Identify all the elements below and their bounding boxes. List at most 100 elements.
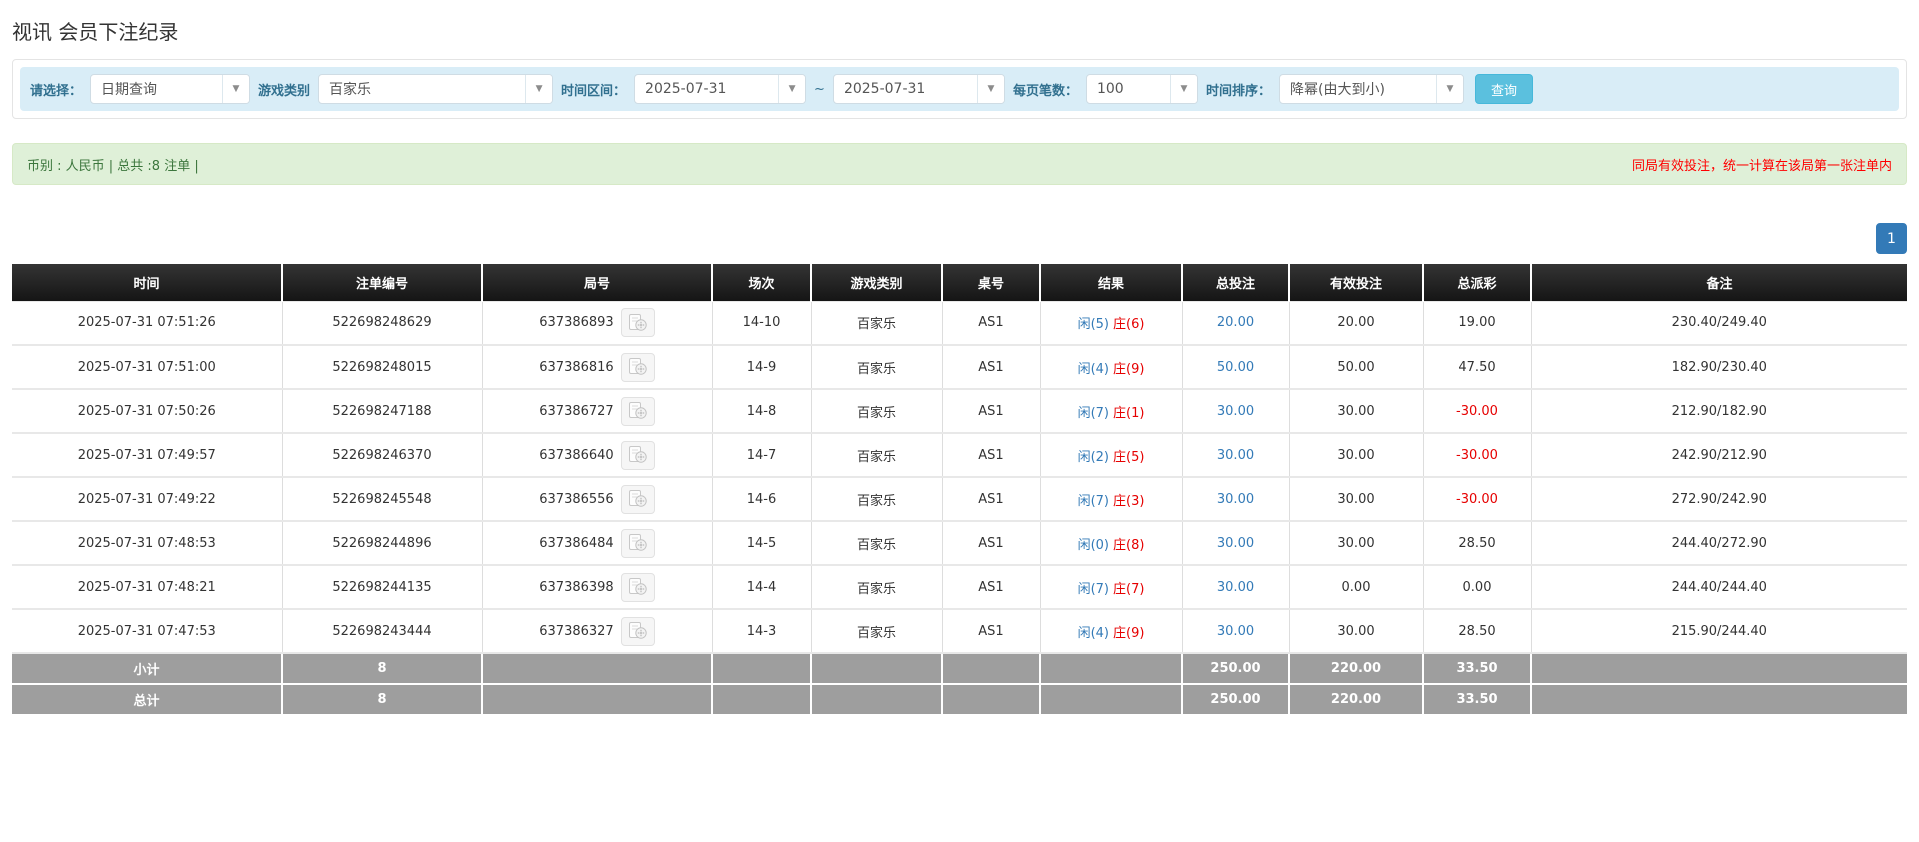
column-header-0: 时间	[12, 264, 283, 301]
cell-valid-bet: 30.00	[1289, 433, 1424, 478]
cell-bet-number: 522698248629	[282, 300, 483, 346]
total-bet-link[interactable]: 30.00	[1217, 492, 1254, 507]
chevron-down-icon[interactable]: ▼	[778, 75, 806, 103]
date-from-value: 2025-07-31	[645, 81, 727, 97]
column-header-7: 总投注	[1182, 264, 1290, 301]
video-replay-button[interactable]	[620, 352, 655, 382]
grand-total-empty-table	[942, 683, 1041, 716]
table-row: 2025-07-31 07:48:21 522698244135 637386398…	[12, 565, 1907, 610]
video-replay-button[interactable]	[620, 396, 655, 426]
date-to-select[interactable]: 2025-07-31 ▼	[832, 74, 1005, 104]
cell-session: 14-9	[712, 345, 812, 390]
cell-result: 闲(7) 庄(1)	[1040, 389, 1183, 434]
cell-bet-number: 522698243444	[282, 609, 483, 654]
column-header-4: 游戏类别	[811, 264, 943, 301]
result-player: 闲(0)	[1077, 537, 1109, 553]
cell-session: 14-4	[712, 565, 812, 610]
query-type-select[interactable]: 日期查询 ▼	[90, 74, 251, 104]
cell-payout: 28.50	[1423, 609, 1532, 654]
cell-payout: 28.50	[1423, 521, 1532, 566]
video-file-icon	[628, 578, 647, 595]
video-replay-button[interactable]	[620, 308, 655, 338]
total-bet-link[interactable]: 30.00	[1217, 404, 1254, 419]
cell-session: 14-10	[712, 300, 812, 346]
table-header-row: 时间 注单编号 局号 场次 游戏类别 桌号 结果 总投注 有效投注 总派彩 备注	[12, 264, 1907, 301]
subtotal-empty-table	[942, 652, 1041, 685]
cell-total-bet: 30.00	[1182, 477, 1290, 522]
date-range-label: 时间区间：	[561, 83, 627, 99]
pagination-page-1[interactable]: 1	[1876, 223, 1907, 254]
video-replay-button[interactable]	[620, 572, 655, 602]
subtotal-valid-bet: 220.00	[1289, 652, 1424, 685]
date-from-select[interactable]: 2025-07-31 ▼	[634, 74, 807, 104]
cell-round-number: 637386398	[482, 565, 713, 610]
grand-total-payout: 33.50	[1423, 683, 1532, 716]
video-replay-button[interactable]	[620, 616, 655, 646]
betting-records-table: 时间 注单编号 局号 场次 游戏类别 桌号 结果 总投注 有效投注 总派彩 备注 2025-07-3…	[12, 264, 1907, 716]
result-banker: 庄(6)	[1113, 317, 1145, 333]
subtotal-payout: 33.50	[1423, 652, 1532, 685]
total-bet-link[interactable]: 50.00	[1217, 360, 1254, 375]
round-number-text: 637386484	[539, 535, 614, 551]
cell-time: 2025-07-31 07:49:57	[12, 433, 283, 478]
video-file-icon	[628, 534, 647, 551]
cell-time: 2025-07-31 07:48:53	[12, 521, 283, 566]
cell-note: 244.40/244.40	[1531, 565, 1907, 610]
result-banker: 庄(9)	[1113, 625, 1145, 641]
video-replay-button[interactable]	[620, 440, 655, 470]
chevron-down-icon[interactable]: ▼	[976, 75, 1004, 103]
game-type-label: 游戏类别	[258, 83, 311, 99]
cell-payout: -30.00	[1423, 433, 1532, 478]
result-player: 闲(4)	[1077, 361, 1109, 377]
grand-total-empty-game	[811, 683, 943, 716]
cell-bet-number: 522698247188	[282, 389, 483, 434]
cell-valid-bet: 30.00	[1289, 389, 1424, 434]
cell-game-type: 百家乐	[811, 477, 943, 522]
cell-time: 2025-07-31 07:48:21	[12, 565, 283, 610]
result-banker: 庄(8)	[1113, 537, 1145, 553]
chevron-down-icon[interactable]: ▼	[525, 75, 553, 103]
game-type-select[interactable]: 百家乐 ▼	[318, 74, 554, 104]
cell-round-number: 637386816	[482, 345, 713, 390]
result-player: 闲(2)	[1077, 449, 1109, 465]
pagination: 1	[12, 223, 1907, 254]
total-bet-link[interactable]: 30.00	[1217, 580, 1254, 595]
cell-game-type: 百家乐	[811, 609, 943, 654]
video-replay-button[interactable]	[620, 484, 655, 514]
column-header-9: 总派彩	[1423, 264, 1532, 301]
chevron-down-icon[interactable]: ▼	[222, 75, 250, 103]
page-size-select[interactable]: 100 ▼	[1085, 74, 1198, 104]
result-player: 闲(7)	[1077, 405, 1109, 421]
cell-result: 闲(7) 庄(3)	[1040, 477, 1183, 522]
chevron-down-icon[interactable]: ▼	[1169, 75, 1197, 103]
video-replay-button[interactable]	[620, 528, 655, 558]
table-row: 2025-07-31 07:51:26 522698248629 637386893…	[12, 300, 1907, 346]
cell-note: 182.90/230.40	[1531, 345, 1907, 390]
grand-total-empty-round	[482, 683, 713, 716]
query-type-label: 请选择：	[30, 83, 83, 99]
total-bet-link[interactable]: 30.00	[1217, 536, 1254, 551]
cell-total-bet: 30.00	[1182, 565, 1290, 610]
chevron-down-icon[interactable]: ▼	[1435, 75, 1463, 103]
subtotal-empty-result	[1040, 652, 1183, 685]
sort-order-label: 时间排序：	[1205, 83, 1271, 99]
column-header-6: 结果	[1040, 264, 1183, 301]
cell-game-type: 百家乐	[811, 433, 943, 478]
table-row: 2025-07-31 07:48:53 522698244896 637386484…	[12, 521, 1907, 566]
query-type-value: 日期查询	[101, 82, 158, 98]
total-bet-link[interactable]: 30.00	[1217, 448, 1254, 463]
date-to-value: 2025-07-31	[843, 81, 926, 97]
cell-bet-number: 522698245548	[282, 477, 483, 522]
total-bet-link[interactable]: 30.00	[1217, 624, 1254, 639]
cell-table-number: AS1	[942, 609, 1041, 654]
cell-table-number: AS1	[942, 477, 1041, 522]
search-button[interactable]: 查询	[1474, 74, 1533, 104]
grand-total-valid-bet: 220.00	[1289, 683, 1424, 716]
video-file-icon	[628, 446, 647, 463]
total-bet-link[interactable]: 20.00	[1217, 315, 1254, 330]
result-player: 闲(7)	[1077, 581, 1109, 597]
sort-order-select[interactable]: 降幂(由大到小) ▼	[1278, 74, 1464, 104]
cell-time: 2025-07-31 07:51:00	[12, 345, 283, 390]
grand-total-empty-result	[1040, 683, 1183, 716]
cell-valid-bet: 0.00	[1289, 565, 1424, 610]
